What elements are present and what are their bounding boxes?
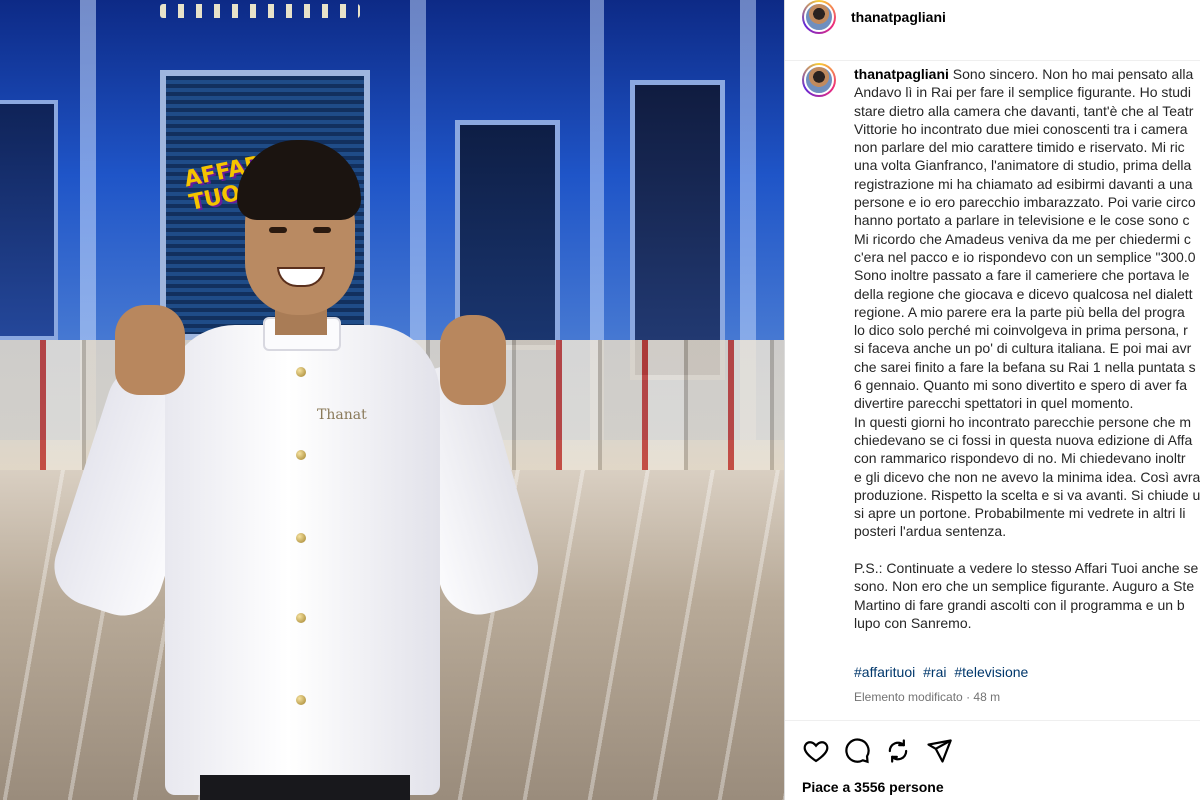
dark-trousers xyxy=(200,775,410,800)
caption-text: thanatpagliani Sono sincero. Non ho mai … xyxy=(854,65,1200,632)
hashtags: #affarituoi #rai #televisione xyxy=(854,664,1032,680)
thumbs-up-right xyxy=(440,315,506,405)
studio-screen-far xyxy=(630,80,725,380)
hair xyxy=(237,140,361,220)
jacket-button xyxy=(296,450,306,460)
jacket-button xyxy=(296,613,306,623)
avatar-image xyxy=(804,2,834,32)
jacket-button xyxy=(296,695,306,705)
jacket-button xyxy=(296,533,306,543)
hashtag-link[interactable]: #televisione xyxy=(954,664,1028,680)
eye xyxy=(313,227,331,233)
caption-avatar[interactable] xyxy=(802,63,836,97)
likes-count[interactable]: Piace a 3556 persone xyxy=(802,779,944,795)
thumbs-up-left xyxy=(115,305,185,395)
jacket-button xyxy=(296,367,306,377)
post-meta: Elemento modificato · 48 m xyxy=(854,690,1000,704)
post-header: thanatpagliani xyxy=(785,0,1200,61)
hashtag-link[interactable]: #rai xyxy=(923,664,946,680)
post-actions-bar: Piace a 3556 persone xyxy=(785,720,1200,800)
heart-icon[interactable] xyxy=(802,737,830,765)
caption-area: thanatpagliani Sono sincero. Non ho mai … xyxy=(785,61,1200,721)
person-in-white-jacket: Thanat xyxy=(44,135,548,800)
edited-label: Elemento modificato xyxy=(854,690,963,704)
eye xyxy=(269,227,287,233)
jacket-name-tag: Thanat xyxy=(317,407,367,423)
caption-body: Sono sincero. Non ho mai pensato alla An… xyxy=(854,66,1200,631)
avatar-image xyxy=(804,65,834,95)
smile xyxy=(277,267,325,287)
studio-screen-left xyxy=(0,100,58,340)
hashtag-link[interactable]: #affarituoi xyxy=(854,664,915,680)
profile-avatar[interactable] xyxy=(802,0,836,34)
time-ago[interactable]: 48 m xyxy=(973,690,1000,704)
repost-icon[interactable] xyxy=(884,737,912,765)
post-photo[interactable]: AFFARI TUOI Thanat xyxy=(0,0,784,800)
share-icon[interactable] xyxy=(925,737,953,765)
header-username[interactable]: thanatpagliani xyxy=(851,9,946,25)
comment-icon[interactable] xyxy=(843,737,871,765)
white-jacket xyxy=(165,325,440,795)
studio-lights xyxy=(160,4,360,18)
caption-username[interactable]: thanatpagliani xyxy=(854,66,949,82)
post-side-panel: thanatpagliani thanatpagliani Sono since… xyxy=(784,0,1200,800)
